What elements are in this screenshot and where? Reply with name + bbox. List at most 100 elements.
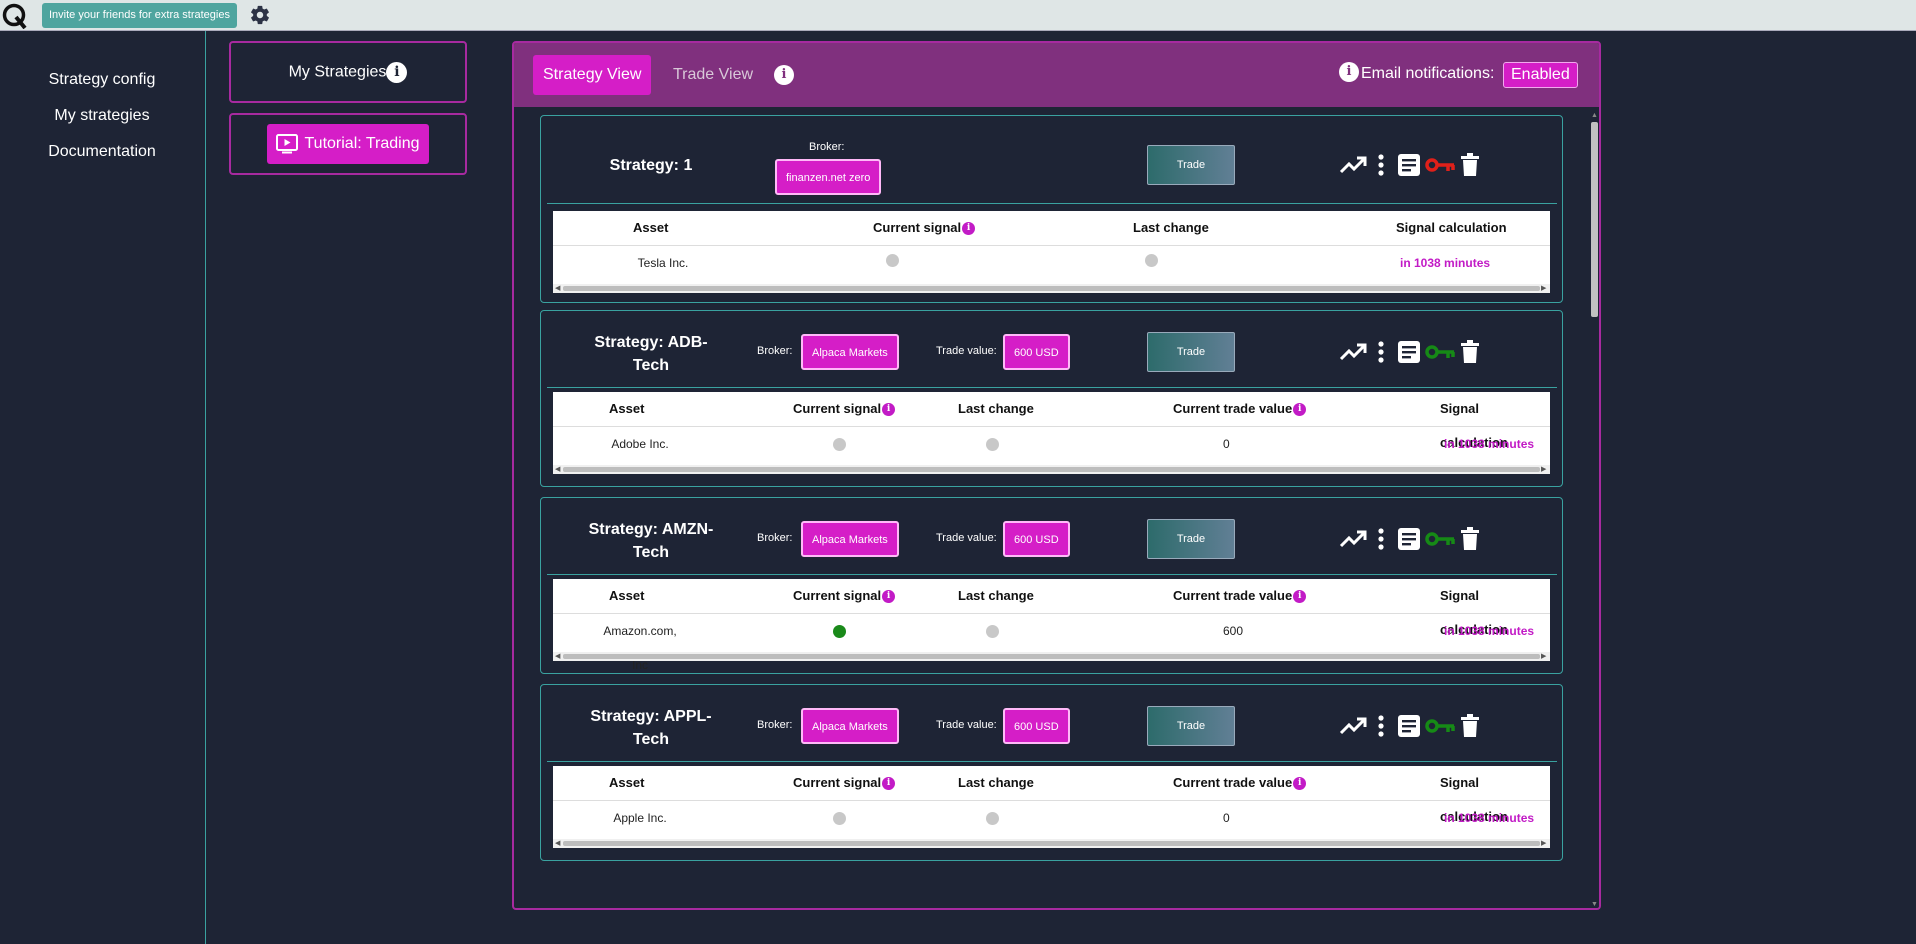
trash-icon[interactable] <box>1460 340 1480 369</box>
more-options-icon[interactable] <box>1377 714 1385 743</box>
horizontal-scrollbar[interactable]: ◀ ▶ <box>553 465 1550 474</box>
strategy-title: Strategy: APPL- Tech <box>561 705 741 751</box>
column-header: Asset <box>609 579 644 613</box>
horizontal-scrollbar-thumb[interactable] <box>563 467 1540 472</box>
key-icon[interactable] <box>1425 530 1455 553</box>
horizontal-scrollbar-thumb[interactable] <box>563 286 1540 291</box>
column-header-label: Current trade value <box>1173 588 1293 603</box>
document-icon[interactable] <box>1397 714 1421 743</box>
tutorial-trading-button[interactable]: Tutorial: Trading <box>267 124 429 164</box>
card-divider <box>547 387 1557 388</box>
nav-documentation[interactable]: Documentation <box>0 143 204 161</box>
trade-value-label: Trade value: <box>936 345 997 357</box>
horizontal-scrollbar[interactable]: ◀ ▶ <box>553 652 1550 661</box>
video-play-icon <box>276 134 299 154</box>
info-icon[interactable]: i <box>882 590 896 604</box>
vertical-scrollbar[interactable] <box>1591 122 1598 317</box>
trade-value-button[interactable]: 600 USD <box>1003 521 1070 557</box>
card-divider <box>547 761 1557 762</box>
trash-icon[interactable] <box>1460 527 1480 556</box>
trade-button[interactable]: Trade <box>1147 332 1235 372</box>
document-icon[interactable] <box>1397 527 1421 556</box>
horizontal-scrollbar[interactable]: ◀ ▶ <box>553 284 1550 293</box>
q-logo-icon[interactable] <box>2 3 28 29</box>
scroll-right-arrow[interactable]: ▶ <box>1541 466 1546 473</box>
key-icon[interactable] <box>1425 156 1455 179</box>
broker-label: Broker: <box>757 532 793 544</box>
column-header: Last change <box>958 766 1034 800</box>
info-icon[interactable]: i <box>962 222 976 236</box>
strategy-list[interactable]: Strategy: 1 Broker: finanzen.net zero Trade… <box>514 107 1599 908</box>
broker-button[interactable]: finanzen.net zero <box>775 159 882 195</box>
column-header-label: Current signal <box>793 401 882 416</box>
broker-button[interactable]: Alpaca Markets <box>801 521 899 557</box>
column-header: Current signal i <box>873 211 976 245</box>
key-icon[interactable] <box>1425 343 1455 366</box>
info-icon[interactable]: i <box>882 403 896 417</box>
info-icon[interactable]: i <box>882 777 896 791</box>
asset-cell: Apple Inc. <box>613 811 667 825</box>
scroll-left-arrow[interactable]: ◀ <box>555 653 560 660</box>
trade-button[interactable]: Trade <box>1147 519 1235 559</box>
trade-value-label: Trade value: <box>936 719 997 731</box>
column-header-label: Current signal <box>793 775 882 790</box>
trend-chart-icon[interactable] <box>1339 342 1367 367</box>
asset-table: Asset Current signal i Last change Current t… <box>553 579 1550 672</box>
more-options-icon[interactable] <box>1377 153 1385 182</box>
trade-value-button[interactable]: 600 USD <box>1003 708 1070 744</box>
strategy-title-line: Strategy: APPL- <box>590 708 712 725</box>
strategy-title-line: Tech <box>632 544 670 561</box>
broker-button[interactable]: Alpaca Markets <box>801 708 899 744</box>
trend-chart-icon[interactable] <box>1339 155 1367 180</box>
scroll-down-arrow[interactable]: ▼ <box>1591 901 1598 908</box>
info-icon[interactable]: i <box>1293 590 1307 604</box>
scroll-right-arrow[interactable]: ▶ <box>1541 285 1546 292</box>
more-options-icon[interactable] <box>1377 527 1385 556</box>
trash-icon[interactable] <box>1460 153 1480 182</box>
trade-button[interactable]: Trade <box>1147 706 1235 746</box>
email-notifications-toggle[interactable]: Enabled <box>1503 62 1578 88</box>
trade-value-button[interactable]: 600 USD <box>1003 334 1070 370</box>
strategy-card: Strategy: ADB- Tech Broker: Alpaca Markets T… <box>540 310 1563 487</box>
document-icon[interactable] <box>1397 340 1421 369</box>
more-options-icon[interactable] <box>1377 340 1385 369</box>
invite-friends-button[interactable]: Invite your friends for extra strategies <box>42 3 237 28</box>
tab-strategy-view[interactable]: Strategy View <box>533 55 652 95</box>
email-info-icon[interactable]: i <box>1339 62 1359 82</box>
column-header: Last change <box>1133 211 1209 245</box>
horizontal-scrollbar-thumb[interactable] <box>563 841 1540 846</box>
scroll-up-arrow[interactable]: ▲ <box>1591 112 1598 119</box>
trend-chart-icon[interactable] <box>1339 716 1367 741</box>
trade-button[interactable]: Trade <box>1147 145 1235 185</box>
trash-icon[interactable] <box>1460 714 1480 743</box>
asset-cell: Amazon.com, Inc <box>603 624 677 672</box>
horizontal-scrollbar[interactable]: ◀ ▶ <box>553 839 1550 848</box>
gear-icon[interactable] <box>249 4 271 26</box>
nav-my-strategies[interactable]: My strategies <box>0 107 204 125</box>
column-header: Signal calculation <box>1440 392 1550 450</box>
trend-chart-icon[interactable] <box>1339 529 1367 554</box>
trade-value-cell: 600 <box>1223 624 1244 638</box>
info-icon[interactable]: i <box>386 62 408 83</box>
trade-value-cell: 0 <box>1223 811 1230 825</box>
column-header-label: Asset <box>609 401 645 416</box>
tab-trade-view[interactable]: Trade View <box>663 55 763 95</box>
column-header-label: Last change <box>958 588 1034 603</box>
horizontal-scrollbar-thumb[interactable] <box>563 654 1540 659</box>
scroll-right-arrow[interactable]: ▶ <box>1541 653 1546 660</box>
key-icon[interactable] <box>1425 717 1455 740</box>
scroll-left-arrow[interactable]: ◀ <box>555 285 560 292</box>
column-header: Last change <box>958 579 1034 613</box>
scroll-right-arrow[interactable]: ▶ <box>1541 840 1546 847</box>
scroll-left-arrow[interactable]: ◀ <box>555 840 560 847</box>
strategy-title-line: Strategy: ADB- <box>594 334 708 351</box>
broker-button[interactable]: Alpaca Markets <box>801 334 899 370</box>
nav-strategy-config[interactable]: Strategy config <box>0 71 204 89</box>
info-icon[interactable]: i <box>1293 777 1307 791</box>
document-icon[interactable] <box>1397 153 1421 182</box>
current-signal-dot <box>833 438 846 451</box>
info-icon[interactable]: i <box>774 65 794 85</box>
column-header: Asset <box>609 766 644 800</box>
scroll-left-arrow[interactable]: ◀ <box>555 466 560 473</box>
info-icon[interactable]: i <box>1293 403 1307 417</box>
